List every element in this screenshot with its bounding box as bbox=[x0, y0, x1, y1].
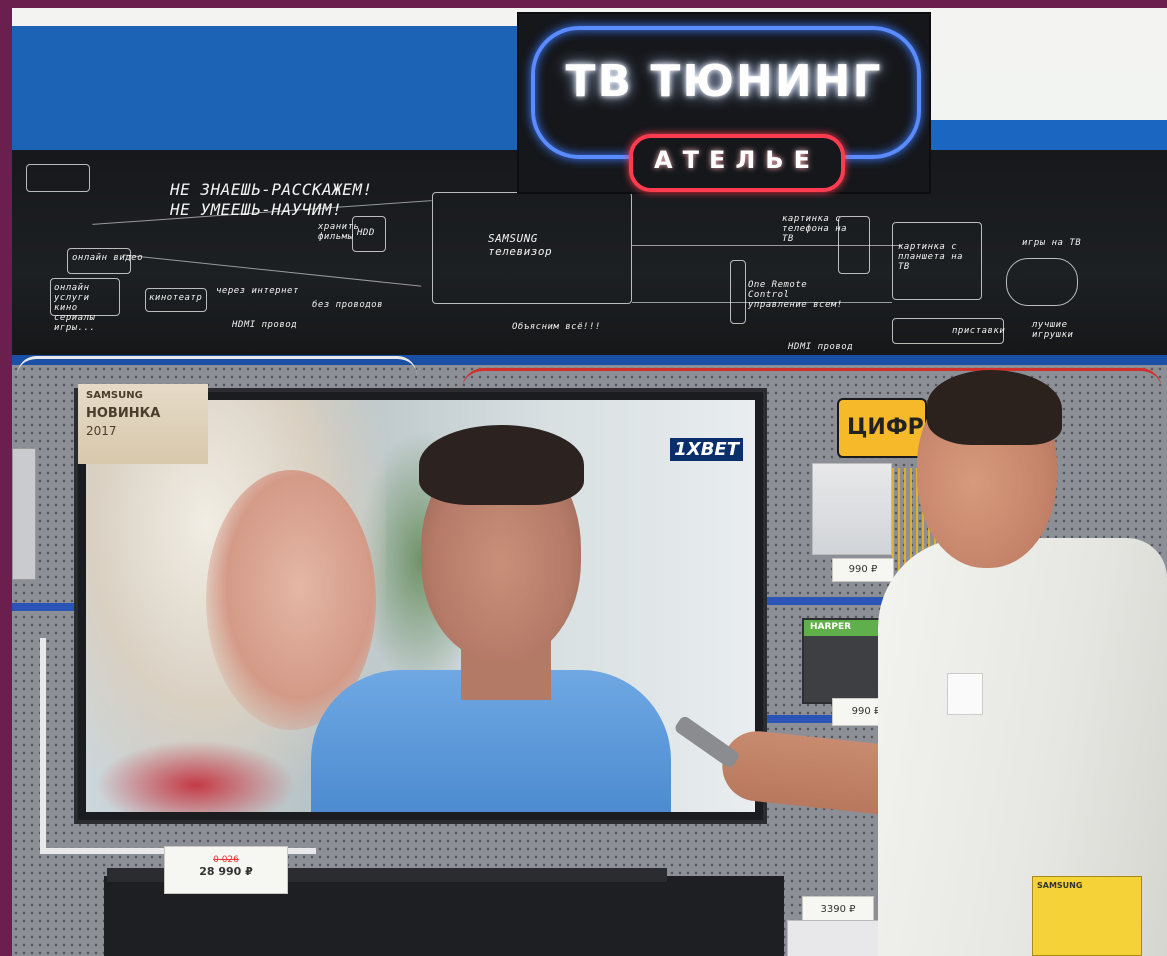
tv-price-tag: 0 026 28 990 ₽ bbox=[164, 846, 288, 894]
badge-year: 2017 bbox=[86, 424, 117, 438]
chalk-one-remote: One Remote Control управление всем! bbox=[748, 280, 843, 310]
chalk-line bbox=[122, 254, 422, 287]
salesperson-hair bbox=[927, 370, 1062, 445]
blue-wall-band-left bbox=[12, 26, 522, 166]
gamepad-icon bbox=[1006, 258, 1078, 306]
store-scene: НЕ ЗНАЕШЬ-РАССКАЖЕМ! НЕ УМЕЕШЬ-НАУЧИМ! о… bbox=[12, 8, 1167, 956]
product-box-1 bbox=[812, 463, 892, 555]
chalk-line bbox=[632, 245, 902, 246]
ad-logo: 1XBET bbox=[670, 438, 743, 461]
chalk-record: хранить фильмы bbox=[318, 222, 360, 242]
yellow-info-card: SAMSUNG bbox=[1032, 876, 1142, 956]
chalk-online-services: онлайн услуги кино сериалы игры... bbox=[54, 283, 96, 333]
chalk-tablet-picture: картинка с планшета на ТВ bbox=[898, 242, 964, 272]
neon-sign-title: ТВ ТЮНИНГ bbox=[565, 56, 883, 107]
shelf-rail bbox=[12, 603, 82, 611]
chalk-hdmi: HDMI провод bbox=[232, 320, 298, 330]
product-price-tag-1: 990 ₽ bbox=[832, 558, 894, 582]
chalk-via-internet: через интернет bbox=[216, 286, 299, 296]
chalk-wireless: без проводов bbox=[312, 300, 384, 310]
tv-price: 28 990 ₽ bbox=[199, 865, 253, 878]
chalk-line bbox=[632, 302, 892, 303]
badge-brand: SAMSUNG bbox=[86, 390, 143, 401]
product-box-2 bbox=[787, 920, 879, 956]
chalk-games-tv: игры на ТВ bbox=[1022, 238, 1082, 248]
chalk-cinema: кинотеатр bbox=[149, 293, 203, 303]
chalk-explain: Объясним всё!!! bbox=[512, 322, 601, 332]
chalk-samsung-tv: SAMSUNG телевизор bbox=[488, 232, 553, 258]
wall-device bbox=[12, 448, 36, 580]
screen-man-hair bbox=[419, 425, 584, 505]
badge-new: НОВИНКА bbox=[86, 406, 161, 421]
neon-sign-subtitle: АТЕЛЬЕ bbox=[654, 146, 820, 174]
new-model-badge: SAMSUNG НОВИНКА 2017 bbox=[78, 384, 208, 464]
screen-woman-clothing bbox=[96, 740, 296, 812]
harper-label: HARPER bbox=[810, 622, 852, 632]
neon-red-frame: АТЕЛЬЕ bbox=[629, 134, 845, 192]
chalk-remote-drawing bbox=[730, 260, 746, 324]
chalk-slogan-1: НЕ ЗНАЕШЬ-РАССКАЖЕМ! bbox=[170, 180, 373, 199]
neon-sign: ТВ ТЮНИНГ АТЕЛЬЕ bbox=[517, 12, 931, 194]
chalk-tv-icon bbox=[26, 164, 90, 192]
cifra-sign: ЦИФР bbox=[837, 398, 927, 458]
chalk-best-toys: лучшие игрушки bbox=[1032, 320, 1074, 340]
name-badge bbox=[947, 673, 983, 715]
chalk-hdmi-2: HDMI провод bbox=[788, 342, 854, 352]
info-card-brand: SAMSUNG bbox=[1037, 881, 1083, 890]
chalk-accessories: приставки bbox=[952, 326, 1006, 336]
tv-old-price: 0 026 bbox=[213, 855, 239, 865]
chalk-hdd: HDD bbox=[357, 228, 375, 238]
